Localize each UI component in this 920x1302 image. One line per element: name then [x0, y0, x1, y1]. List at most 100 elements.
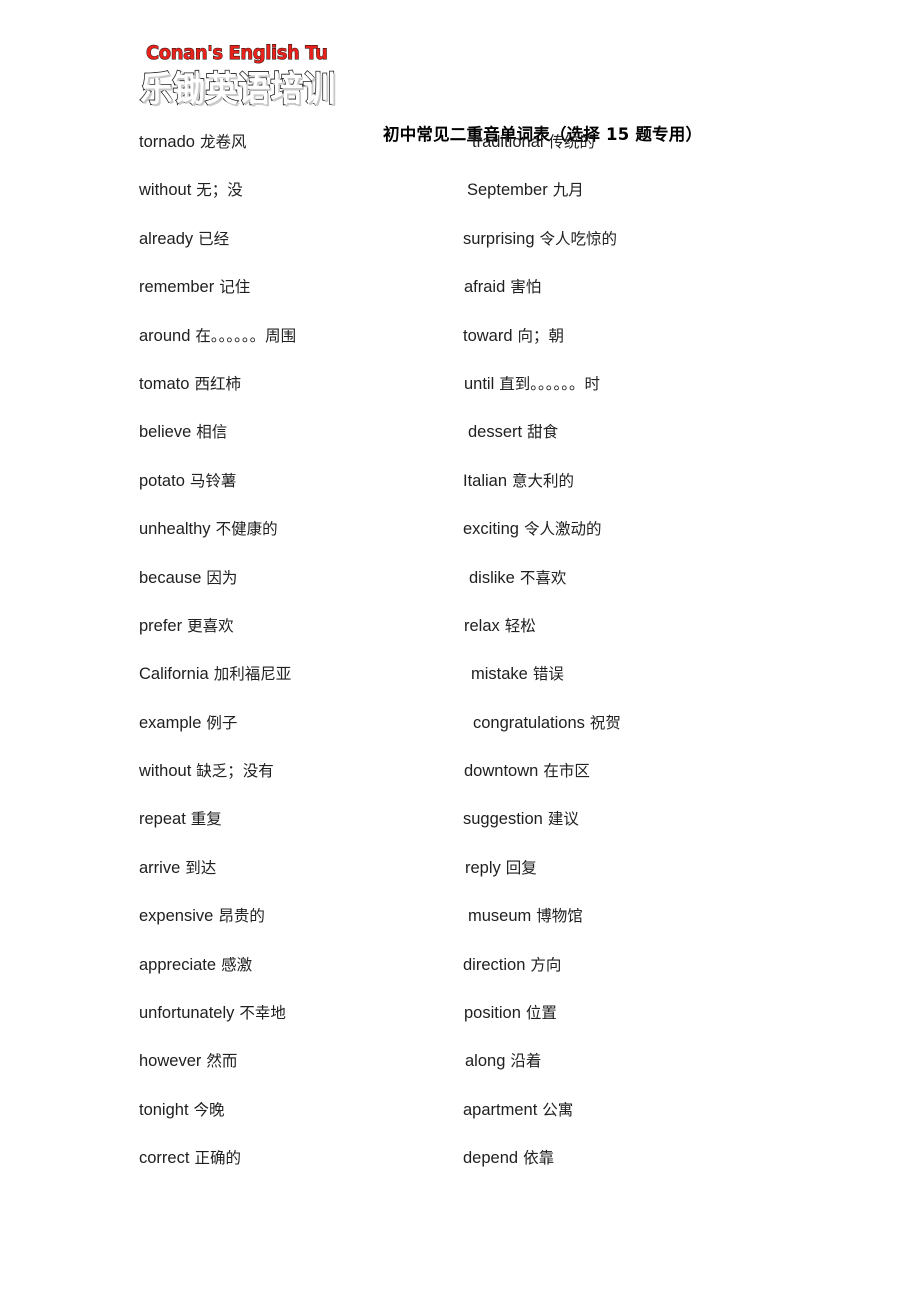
- word-english: apartment: [463, 1100, 538, 1119]
- word-chinese: 无；没: [196, 181, 243, 200]
- word-entry: mistake 错误: [463, 650, 793, 698]
- word-chinese: 轻松: [504, 616, 536, 635]
- word-entry: downtown 在市区: [463, 747, 793, 795]
- word-english: along: [465, 1052, 506, 1071]
- word-english: dessert: [468, 423, 523, 442]
- word-english: repeat: [139, 810, 186, 829]
- word-english: California: [139, 665, 209, 684]
- word-entry: dislike 不喜欢: [463, 554, 793, 602]
- word-english: dislike: [469, 568, 515, 587]
- word-chinese: 害怕: [510, 278, 542, 297]
- word-english: suggestion: [463, 810, 543, 829]
- word-english: tomato: [139, 374, 190, 393]
- word-english: surprising: [463, 229, 535, 248]
- word-english: around: [139, 326, 191, 345]
- word-chinese: 昂贵的: [218, 907, 265, 926]
- word-chinese: 位置: [525, 1004, 557, 1023]
- word-english: afraid: [464, 278, 506, 297]
- word-english: Italian: [463, 471, 508, 490]
- word-chinese: 已经: [198, 229, 230, 248]
- word-entry: depend 依靠: [463, 1134, 793, 1182]
- word-chinese: 今晚: [193, 1100, 225, 1119]
- word-english: unfortunately: [139, 1004, 235, 1023]
- word-english: appreciate: [139, 955, 217, 974]
- word-chinese: 西红柿: [194, 374, 241, 393]
- word-english: unhealthy: [139, 520, 211, 539]
- word-chinese: 建议: [547, 810, 579, 829]
- word-chinese: 沿着: [510, 1052, 542, 1071]
- word-chinese: 甜食: [527, 423, 559, 442]
- word-chinese: 然而: [206, 1052, 238, 1071]
- word-entry: around 在。。。。。。周围: [139, 312, 449, 360]
- word-chinese: 令人吃惊的: [539, 229, 618, 248]
- word-entry: until 直到。。。。。。时: [463, 360, 793, 408]
- word-chinese: 错误: [532, 665, 564, 684]
- word-entry: potato 马铃薯: [139, 457, 449, 505]
- word-english: museum: [468, 907, 532, 926]
- word-chinese: 方向: [530, 955, 562, 974]
- word-entry: remember 记住: [139, 263, 449, 311]
- word-chinese: 博物馆: [536, 907, 583, 926]
- word-english: correct: [139, 1149, 190, 1168]
- word-chinese: 依靠: [523, 1149, 555, 1168]
- word-chinese: 重复: [190, 810, 222, 829]
- word-english: toward: [463, 326, 513, 345]
- word-entry: unhealthy 不健康的: [139, 505, 449, 553]
- word-entry: appreciate 感激: [139, 941, 449, 989]
- word-chinese: 不喜欢: [519, 568, 567, 587]
- word-entry: prefer 更喜欢: [139, 602, 449, 650]
- word-english: relax: [464, 616, 500, 635]
- word-entry: relax 轻松: [463, 602, 793, 650]
- word-chinese: 更喜欢: [187, 616, 234, 635]
- word-english: already: [139, 229, 194, 248]
- school-logo: Conan's English Tu 乐锄英语培训: [139, 43, 340, 111]
- word-chinese: 正确的: [194, 1149, 241, 1168]
- word-entry: museum 博物馆: [463, 892, 793, 940]
- word-english: mistake: [471, 665, 528, 684]
- word-english: however: [139, 1052, 202, 1071]
- word-entry: September 九月: [463, 166, 793, 214]
- word-chinese: 回复: [505, 858, 537, 877]
- word-chinese: 传统的: [548, 133, 596, 151]
- word-chinese: 不健康的: [215, 520, 278, 539]
- word-chinese: 意大利的: [512, 471, 575, 490]
- word-english: tornado: [139, 133, 195, 151]
- word-chinese: 马铃薯: [189, 471, 237, 490]
- word-chinese: 相信: [196, 423, 228, 442]
- word-entry: correct 正确的: [139, 1134, 449, 1182]
- word-english: congratulations: [473, 713, 585, 732]
- word-chinese: 因为: [206, 568, 238, 587]
- word-column-left: tornado 龙卷风 without 无；没 already 已经 remember 记住 a…: [139, 118, 449, 1183]
- word-entry: along 沿着: [463, 1037, 793, 1085]
- word-entry: tomato 西红柿: [139, 360, 449, 408]
- word-chinese: 九月: [552, 181, 584, 200]
- word-english: without: [139, 181, 192, 200]
- word-entry: dessert 甜食: [463, 408, 793, 456]
- word-chinese: 缺乏；没有: [196, 762, 274, 781]
- word-english: direction: [463, 955, 526, 974]
- word-entry: surprising 令人吃惊的: [463, 215, 793, 263]
- word-entry: tornado 龙卷风: [139, 118, 449, 166]
- word-entry: however 然而: [139, 1037, 449, 1085]
- word-entry: reply 回复: [463, 844, 793, 892]
- word-chinese: 直到。。。。。。时: [499, 374, 601, 393]
- word-english: arrive: [139, 858, 181, 877]
- word-chinese: 记住: [219, 278, 251, 297]
- word-chinese: 加利福尼亚: [213, 665, 292, 684]
- word-entry: exciting 令人激动的: [463, 505, 793, 553]
- word-entry: Italian 意大利的: [463, 457, 793, 505]
- logo-chinese-text: 乐锄英语培训: [139, 69, 336, 111]
- word-english: September: [467, 181, 548, 200]
- word-entry: congratulations 祝贺: [463, 699, 793, 747]
- word-english: without: [139, 762, 192, 781]
- word-entry: expensive 昂贵的: [139, 892, 449, 940]
- word-english: expensive: [139, 907, 214, 926]
- word-english: tonight: [139, 1100, 189, 1119]
- word-chinese: 祝贺: [589, 713, 621, 732]
- word-entry: arrive 到达: [139, 844, 449, 892]
- document-page: Conan's English Tu 乐锄英语培训 初中常见二重音单词表（选择 …: [0, 0, 920, 1302]
- word-entry: without 无；没: [139, 166, 449, 214]
- word-entry: already 已经: [139, 215, 449, 263]
- word-chinese: 向；朝: [517, 326, 565, 345]
- word-chinese: 在市区: [543, 762, 590, 781]
